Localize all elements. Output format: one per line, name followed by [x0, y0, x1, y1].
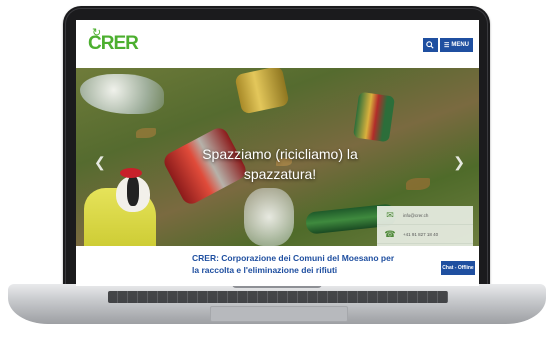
hamburger-icon: ☰	[443, 42, 450, 49]
search-button[interactable]	[422, 38, 438, 52]
mascot-bow	[120, 168, 142, 178]
leaf-decoration	[406, 178, 430, 190]
laptop-keyboard	[108, 291, 448, 303]
crer-logo[interactable]: ↻ CRER	[88, 27, 139, 60]
plastic-cup-image	[244, 188, 294, 246]
laptop-screen: ↻ CRER ☰ MENU ❮ ❯ Spazziamo (ricicliamo)…	[76, 20, 479, 286]
menu-label: MENU	[451, 42, 469, 48]
search-icon	[426, 41, 435, 49]
contact-email: info@crer.ch	[403, 212, 429, 218]
contact-email-row[interactable]: ✉ info@crer.ch	[377, 206, 473, 225]
can-image	[352, 91, 396, 143]
can-image	[234, 68, 290, 115]
intro-heading: CRER: Corporazione dei Comuni del Moesan…	[192, 253, 395, 275]
mascot-stripe	[127, 176, 139, 206]
chat-button[interactable]: Chat - Offline	[441, 261, 475, 275]
email-icon: ✉	[386, 209, 394, 220]
site-header: ↻ CRER ☰ MENU	[76, 20, 479, 68]
plastic-bag-image	[80, 74, 164, 114]
leaf-decoration	[136, 128, 156, 138]
intro-section: CRER: Corporazione dei Comuni del Moesan…	[76, 246, 479, 286]
hero-title: Spazziamo (ricicliamo) la spazzatura!	[202, 146, 358, 182]
header-actions: ☰ MENU	[422, 38, 473, 52]
menu-button[interactable]: ☰ MENU	[439, 38, 473, 52]
phone-icon: ☎	[384, 228, 396, 239]
contact-phone-row[interactable]: ☎ +41 91 827 18 40	[377, 225, 473, 244]
chevron-left-icon[interactable]: ❮	[94, 154, 106, 171]
laptop-trackpad	[210, 306, 348, 322]
contact-phone: +41 91 827 18 40	[403, 231, 439, 237]
logo-text: CRER	[88, 33, 139, 54]
chevron-right-icon[interactable]: ❯	[453, 154, 465, 171]
